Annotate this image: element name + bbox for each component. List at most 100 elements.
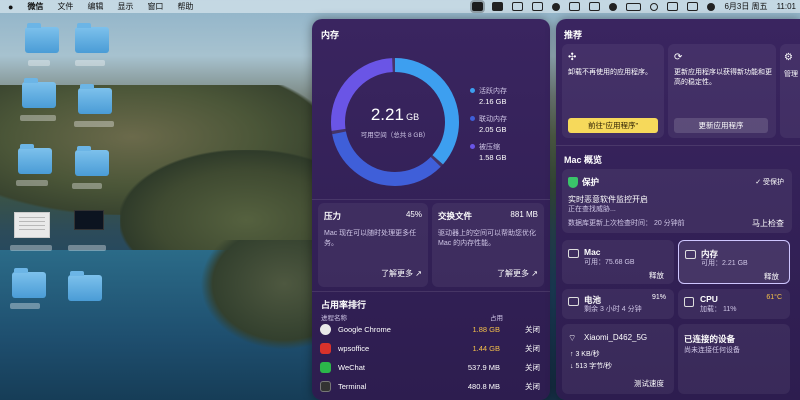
update-apps-button[interactable]: 更新应用程序 — [674, 118, 768, 133]
protection-card: 保护 ✓ 受保护 实时恶意软件监控开启 正在查找威胁... 数据库更新上次检查时… — [562, 169, 792, 233]
desktop-folder-icon[interactable] — [12, 268, 46, 298]
process-name: WeChat — [338, 362, 365, 372]
menu-app-name[interactable]: 微信 — [27, 1, 43, 12]
recommend-manage-text: 管理 — [784, 71, 798, 78]
wifi-upload-value: 3 KB/秒 — [575, 351, 600, 358]
process-close-button[interactable]: 关闭 — [500, 324, 540, 335]
legend-item-active: 活跃内存 2.16 GB — [470, 86, 507, 106]
process-row-chrome[interactable]: Google Chrome 1.88 GB 关闭 — [320, 320, 540, 338]
recommend-title: 推荐 — [564, 30, 583, 40]
memory-title: 内存 — [321, 30, 340, 40]
menu-edit[interactable]: 编辑 — [87, 1, 103, 12]
cpu-load: 加载： 11% — [700, 306, 737, 313]
overview-title: Mac 概览 — [564, 155, 603, 165]
input-source-icon[interactable] — [687, 2, 699, 11]
process-row-wpsoffice[interactable]: wpsoffice 1.44 GB 关闭 — [320, 339, 540, 357]
memory-value: 2.21 — [370, 105, 404, 124]
legend-name: 被压缩 — [479, 144, 500, 151]
cleanmymac-menu-icon[interactable] — [470, 0, 486, 13]
disk-icon — [568, 249, 579, 258]
menu-date[interactable]: 6月3日 周五 — [724, 1, 767, 12]
searching-threats-text: 正在查找威胁... — [568, 206, 616, 213]
recommend-uninstall-text: 卸载不再使用的应用程序。 — [568, 69, 652, 76]
desktop-folder-icon[interactable] — [68, 271, 102, 301]
chrome-icon — [320, 323, 331, 335]
desktop-folder-icon[interactable] — [22, 78, 56, 108]
disk-free-up-button[interactable]: 释放 — [649, 270, 664, 281]
siri-icon[interactable] — [707, 2, 716, 11]
update-icon: ⟳ — [674, 52, 683, 63]
shield-icon — [568, 177, 578, 189]
legend-item-compressed: 被压缩 1.58 GB — [470, 142, 507, 162]
wifi-download: ↓ 513 字节/秒 — [570, 362, 612, 372]
pressure-learn-more-link[interactable]: 了解更多 ↗ — [381, 268, 422, 279]
desktop-folder-icon[interactable] — [75, 146, 109, 176]
menu-clock[interactable]: 11:01 — [777, 2, 796, 11]
pressure-card: 压力 45% Mac 现在可以随时处理更多任务。 了解更多 ↗ — [318, 203, 428, 287]
disk-card: Mac 可用：75.68 GB 释放 — [562, 240, 674, 284]
process-row-terminal[interactable]: Terminal 480.8 MB 关闭 — [320, 377, 540, 395]
process-memory: 537.9 MB — [467, 362, 500, 372]
realtime-monitor-text: 实时恶意软件监控开启 — [568, 195, 648, 204]
grid-menu-icon[interactable] — [589, 2, 601, 11]
swap-card: 交换文件 881 MB 驱动器上的空间可以帮助您优化 Mac 的内存性能。 了解… — [432, 203, 544, 287]
memory-unit: GB — [406, 112, 420, 122]
menu-view[interactable]: 显示 — [117, 1, 133, 12]
wifi-network-name: Xiaomi_D462_5G — [584, 333, 648, 342]
desktop-folder-icon[interactable] — [75, 23, 109, 53]
bluetooth-icon[interactable] — [609, 2, 618, 11]
swap-learn-more-link[interactable]: 了解更多 ↗ — [497, 268, 538, 279]
protected-status: ✓ 受保护 — [755, 177, 784, 187]
process-row-wechat[interactable]: WeChat 537.9 MB 关闭 — [320, 358, 540, 376]
wifi-icon[interactable] — [650, 2, 659, 11]
menu-file[interactable]: 文件 — [57, 1, 73, 12]
swap-desc: 驱动器上的空间可以帮助您优化 Mac 的内存性能。 — [438, 230, 536, 247]
apple-icon[interactable]: ● — [8, 2, 13, 12]
wifi-download-value: 513 字节/秒 — [575, 363, 613, 370]
cpu-card: CPU 61°C 加载： 11% — [678, 289, 790, 319]
desktop-document-thumbnail[interactable] — [14, 212, 50, 238]
control-center-icon[interactable] — [667, 2, 679, 11]
memory-card-available: 可用：2.21 GB — [701, 260, 748, 267]
desktop-folder-icon[interactable] — [25, 23, 59, 53]
disk-name: Mac — [584, 247, 601, 257]
memory-free-up-button[interactable]: 释放 — [764, 271, 779, 282]
display-menu-icon[interactable] — [569, 2, 581, 11]
process-close-button[interactable]: 关闭 — [500, 343, 540, 354]
check-now-button[interactable]: 马上检查 — [752, 218, 784, 229]
go-to-applications-button[interactable]: 前往“应用程序” — [568, 118, 658, 133]
menu-bar: ● 微信 文件 编辑 显示 窗口 帮助 6月3日 周五 11:01 — [0, 0, 800, 13]
record-menu-icon[interactable] — [552, 2, 561, 11]
wps-menu-icon[interactable] — [492, 2, 504, 11]
desktop-screenshot-thumbnail[interactable] — [74, 210, 104, 230]
memory-overview-card[interactable]: 内存 可用：2.21 GB 释放 — [678, 240, 790, 284]
desktop-folder-label — [16, 180, 48, 186]
cloud-menu-icon[interactable] — [532, 2, 544, 11]
menu-help[interactable]: 帮助 — [177, 1, 193, 12]
protected-status-text: 受保护 — [763, 179, 784, 186]
memory-center: 2.21 GB 可用空间（总共 8 GB） — [326, 105, 464, 139]
wechat-menu-icon[interactable] — [512, 2, 524, 11]
protection-title: 保护 — [582, 177, 600, 187]
process-name: wpsoffice — [338, 343, 370, 353]
desktop-folder-icon[interactable] — [78, 84, 112, 114]
wifi-card: ⌔ Xiaomi_D462_5G ↑ 3 KB/秒 ↓ 513 字节/秒 测试速… — [562, 324, 674, 394]
desktop-folder-label — [75, 60, 105, 66]
legend-value: 2.05 GB — [479, 125, 507, 134]
legend-dot — [470, 116, 475, 121]
menu-window[interactable]: 窗口 — [147, 1, 163, 12]
process-close-button[interactable]: 关闭 — [500, 362, 540, 373]
battery-icon[interactable] — [626, 2, 642, 11]
swap-title: 交换文件 — [438, 211, 473, 221]
speed-test-button[interactable]: 测试速度 — [634, 378, 664, 389]
process-close-button[interactable]: 关闭 — [500, 381, 540, 392]
process-name: Terminal — [338, 381, 367, 391]
desktop-folder-icon[interactable] — [18, 144, 52, 174]
desktop-document-label — [10, 245, 52, 251]
divider — [312, 291, 550, 292]
pressure-title: 压力 — [324, 211, 342, 221]
battery-card-icon — [568, 297, 579, 306]
process-memory: 480.8 MB — [467, 381, 500, 391]
process-memory: 1.44 GB — [472, 343, 500, 353]
protection-header: 保护 — [568, 176, 600, 189]
